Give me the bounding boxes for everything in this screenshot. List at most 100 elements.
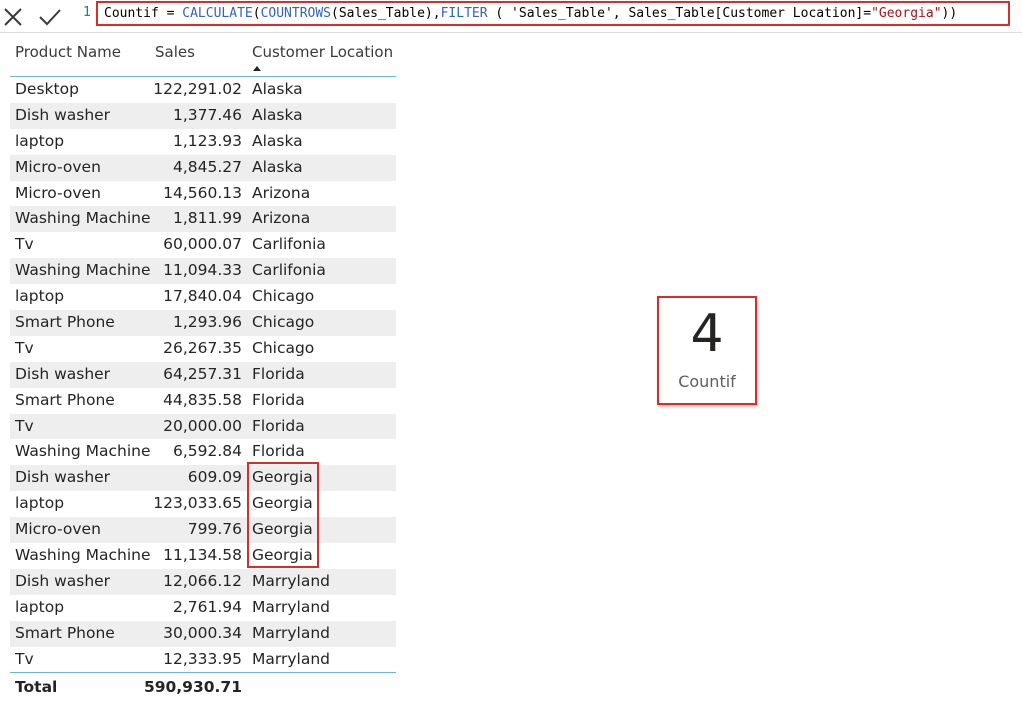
cell-product: Washing Machine xyxy=(15,546,151,565)
commit-check-icon[interactable] xyxy=(38,6,61,28)
formula-token: )) xyxy=(941,6,958,21)
cell-location: Chicago xyxy=(252,338,315,357)
cell-location: Florida xyxy=(252,442,305,461)
cell-location: Alaska xyxy=(252,105,303,124)
table-header: Product Name Sales Customer Location xyxy=(10,38,396,77)
table-row[interactable]: Washing Machine 11,134.58 Georgia xyxy=(10,543,396,569)
table-row[interactable]: laptop 123,033.65 Georgia xyxy=(10,491,396,517)
cell-sales: 1,811.99 xyxy=(172,209,242,228)
cell-product: laptop xyxy=(15,131,65,150)
table-row[interactable]: Micro-oven 4,845.27 Alaska xyxy=(10,154,396,181)
cell-sales: 1,123.93 xyxy=(172,131,242,150)
table-row[interactable]: Tv 20,000.00 Florida xyxy=(10,413,396,440)
table-row[interactable]: Smart Phone 30,000.34 Marryland xyxy=(10,620,396,647)
cell-location: Marryland xyxy=(252,571,330,590)
cell-location: Georgia xyxy=(252,494,313,513)
cell-sales: 26,267.35 xyxy=(163,338,242,357)
cell-sales: 64,257.31 xyxy=(163,364,242,383)
cell-sales: 11,134.58 xyxy=(163,546,242,565)
cell-location: Florida xyxy=(252,390,305,409)
cell-product: Micro-oven xyxy=(15,520,101,539)
cell-product: Micro-oven xyxy=(15,183,101,202)
table-row[interactable]: Washing Machine 6,592.84 Florida xyxy=(10,439,396,465)
table-total-row: Total 590,930.71 xyxy=(10,672,396,701)
formula-token: "Georgia" xyxy=(871,6,942,21)
table-row[interactable]: Washing Machine 11,094.33 Carlifonia xyxy=(10,258,396,285)
cell-location: Carlifonia xyxy=(252,261,326,280)
cell-product: Desktop xyxy=(15,80,79,98)
cell-location: Florida xyxy=(252,364,305,383)
cell-location: Georgia xyxy=(252,468,313,487)
card-value: 4 xyxy=(690,304,724,364)
cell-location: Chicago xyxy=(252,287,315,306)
cell-location: Chicago xyxy=(252,313,315,332)
table-row[interactable]: Tv 26,267.35 Chicago xyxy=(10,336,396,362)
cell-sales: 122,291.02 xyxy=(153,80,242,98)
table-row[interactable]: Micro-oven 799.76 Georgia xyxy=(10,517,396,544)
cell-sales: 2,761.94 xyxy=(172,597,242,616)
formula-text[interactable]: Countif = CALCULATE(COUNTROWS(Sales_Tabl… xyxy=(104,6,957,21)
column-header-product[interactable]: Product Name xyxy=(15,43,121,61)
cell-location: Alaska xyxy=(252,157,303,176)
column-header-location[interactable]: Customer Location xyxy=(252,43,393,61)
cell-location: Marryland xyxy=(252,623,330,642)
cell-sales: 44,835.58 xyxy=(163,390,242,409)
formula-token: CALCULATE xyxy=(182,6,253,21)
cell-sales: 20,000.00 xyxy=(163,416,242,435)
table-row[interactable]: Micro-oven 14,560.13 Arizona xyxy=(10,181,396,207)
cell-product: Smart Phone xyxy=(15,390,115,409)
line-number: 1 xyxy=(83,5,91,20)
cell-location: Florida xyxy=(252,416,305,435)
table-row[interactable]: Tv 60,000.07 Carlifonia xyxy=(10,232,396,258)
table-row[interactable]: Smart Phone 44,835.58 Florida xyxy=(10,388,396,414)
cell-sales: 123,033.65 xyxy=(153,494,242,513)
cell-product: Washing Machine xyxy=(15,261,151,280)
cell-product: Dish washer xyxy=(15,364,111,383)
cell-product: laptop xyxy=(15,287,65,306)
table-row[interactable]: Smart Phone 1,293.96 Chicago xyxy=(10,310,396,336)
cell-product: Dish washer xyxy=(15,571,111,590)
cell-sales: 60,000.07 xyxy=(163,235,242,254)
table-row[interactable]: Dish washer 1,377.46 Alaska xyxy=(10,102,396,129)
cell-product: laptop xyxy=(15,597,65,616)
formula-token: ( xyxy=(252,6,261,21)
table-row[interactable]: laptop 2,761.94 Marryland xyxy=(10,595,396,621)
column-header-sales[interactable]: Sales xyxy=(155,43,195,61)
cell-product: Tv xyxy=(15,338,34,357)
cell-product: Washing Machine xyxy=(15,442,151,461)
cell-sales: 30,000.34 xyxy=(163,623,242,642)
cell-product: Smart Phone xyxy=(15,313,115,332)
total-label: Total xyxy=(15,678,58,697)
cell-location: Carlifonia xyxy=(252,235,326,254)
cell-location: Alaska xyxy=(252,131,303,150)
cell-location: Georgia xyxy=(252,520,313,539)
table-row[interactable]: laptop 1,123.93 Alaska xyxy=(10,129,396,155)
table-row[interactable]: Dish washer 609.09 Georgia xyxy=(10,465,396,492)
formula-token: Countif = xyxy=(104,6,183,21)
cell-product: laptop xyxy=(15,494,65,513)
cell-location: Georgia xyxy=(252,546,313,565)
cell-sales: 11,094.33 xyxy=(163,261,242,280)
formula-token: COUNTROWS xyxy=(260,6,332,21)
table-row[interactable]: Tv 12,333.95 Marryland xyxy=(10,647,396,673)
cell-sales: 799.76 xyxy=(187,520,242,539)
cell-sales: 1,377.46 xyxy=(172,105,242,124)
cell-product: Dish washer xyxy=(15,105,111,124)
sales-table: Product Name Sales Customer Location Des… xyxy=(10,38,396,701)
table-row[interactable]: laptop 17,840.04 Chicago xyxy=(10,284,396,310)
cell-product: Smart Phone xyxy=(15,623,115,642)
countif-card[interactable]: 4 Countif xyxy=(657,296,757,405)
table-row[interactable]: Dish washer 64,257.31 Florida xyxy=(10,361,396,388)
card-label: Countif xyxy=(678,372,736,391)
formula-token: ( 'Sales_Table', Sales_Table[Customer Lo… xyxy=(487,6,872,21)
formula-input[interactable]: Countif = CALCULATE(COUNTROWS(Sales_Tabl… xyxy=(96,1,1010,26)
cell-location: Arizona xyxy=(252,209,311,228)
cancel-icon[interactable] xyxy=(2,6,24,28)
formula-token: (Sales_Table), xyxy=(331,6,441,21)
table-body: Desktop 122,291.02 Alaska Dish washer 1,377.… xyxy=(10,77,396,672)
cell-product: Tv xyxy=(15,235,34,254)
cell-sales: 12,333.95 xyxy=(163,649,242,668)
table-row[interactable]: Desktop 122,291.02 Alaska xyxy=(10,77,396,103)
table-row[interactable]: Dish washer 12,066.12 Marryland xyxy=(10,568,396,595)
table-row[interactable]: Washing Machine 1,811.99 Arizona xyxy=(10,206,396,233)
